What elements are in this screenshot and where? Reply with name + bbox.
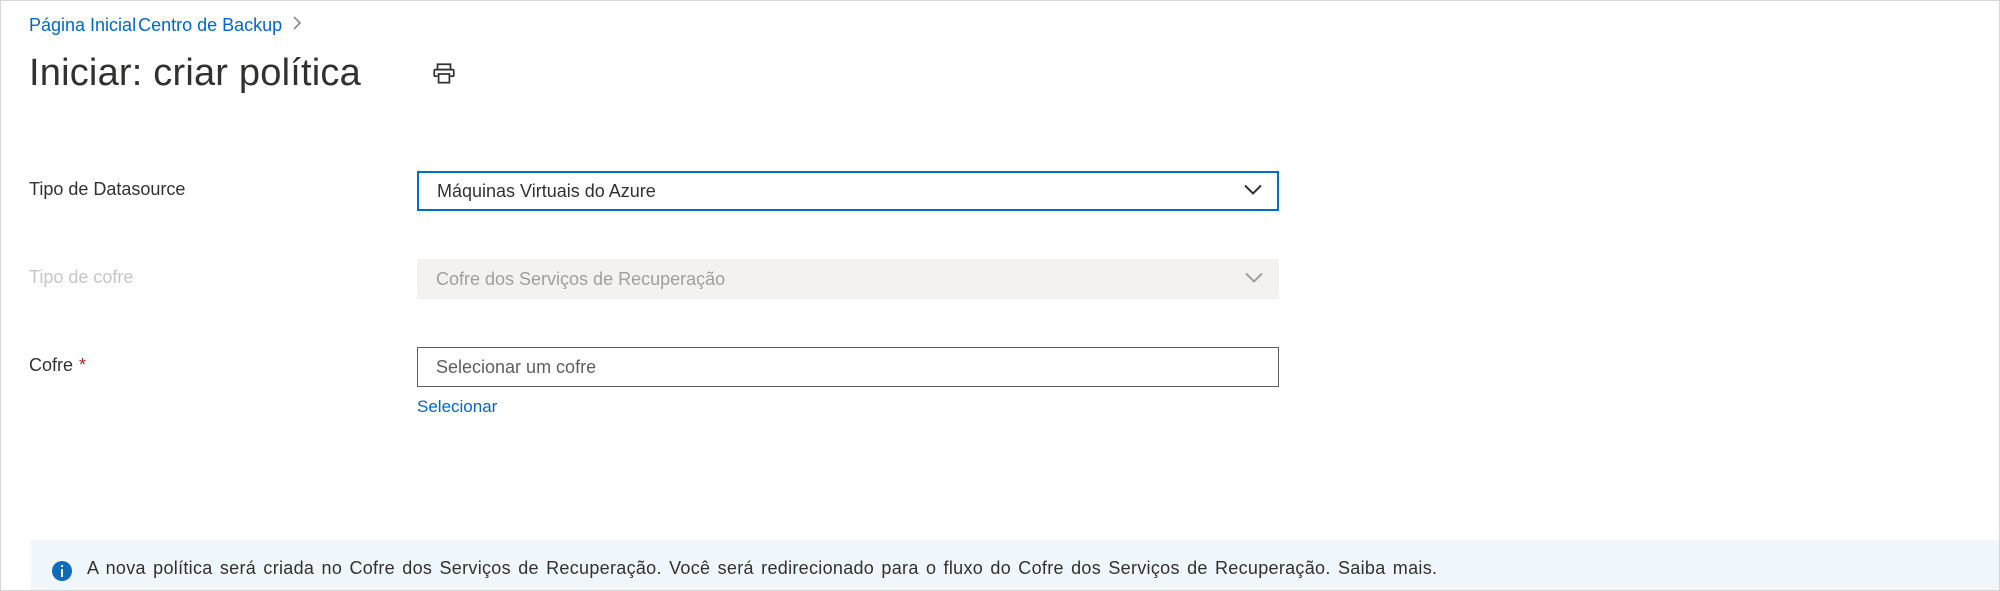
row-vault: Cofre* Selecionar um cofre Selecionar bbox=[29, 347, 1971, 417]
vault-type-select: Cofre dos Serviços de Recuperação bbox=[417, 259, 1279, 299]
required-indicator: * bbox=[79, 355, 86, 375]
chevron-down-icon bbox=[1244, 269, 1264, 290]
page-title: Iniciar: criar política bbox=[29, 52, 361, 95]
row-datasource-type: Tipo de Datasource Máquinas Virtuais do … bbox=[29, 171, 1971, 211]
row-vault-type: Tipo de cofre Cofre dos Serviços de Recu… bbox=[29, 259, 1971, 299]
breadcrumb: Página Inicial Centro de Backup bbox=[1, 1, 1999, 42]
info-text: A nova política será criada no Cofre dos… bbox=[87, 558, 1437, 579]
title-row: Iniciar: criar política bbox=[1, 42, 1999, 125]
label-vault-type: Tipo de cofre bbox=[29, 259, 417, 288]
datasource-type-select[interactable]: Máquinas Virtuais do Azure bbox=[417, 171, 1279, 211]
chevron-down-icon bbox=[1243, 181, 1263, 202]
info-icon bbox=[51, 560, 73, 582]
label-datasource-type: Tipo de Datasource bbox=[29, 171, 417, 200]
vault-field[interactable]: Selecionar um cofre bbox=[417, 347, 1279, 387]
vault-type-value: Cofre dos Serviços de Recuperação bbox=[436, 269, 725, 290]
breadcrumb-backup-center-link[interactable]: Centro de Backup bbox=[138, 15, 282, 36]
vault-select-link[interactable]: Selecionar bbox=[417, 397, 497, 417]
datasource-type-value: Máquinas Virtuais do Azure bbox=[437, 181, 656, 202]
vault-placeholder: Selecionar um cofre bbox=[436, 357, 596, 378]
chevron-right-icon bbox=[292, 16, 302, 35]
label-vault: Cofre* bbox=[29, 347, 417, 376]
breadcrumb-home-link[interactable]: Página Inicial bbox=[29, 15, 136, 36]
info-learn-more-link[interactable]: Saiba mais. bbox=[1338, 558, 1437, 578]
info-bar: A nova política será criada no Cofre dos… bbox=[31, 540, 1999, 590]
form: Tipo de Datasource Máquinas Virtuais do … bbox=[1, 125, 1999, 417]
print-icon[interactable] bbox=[431, 61, 457, 87]
